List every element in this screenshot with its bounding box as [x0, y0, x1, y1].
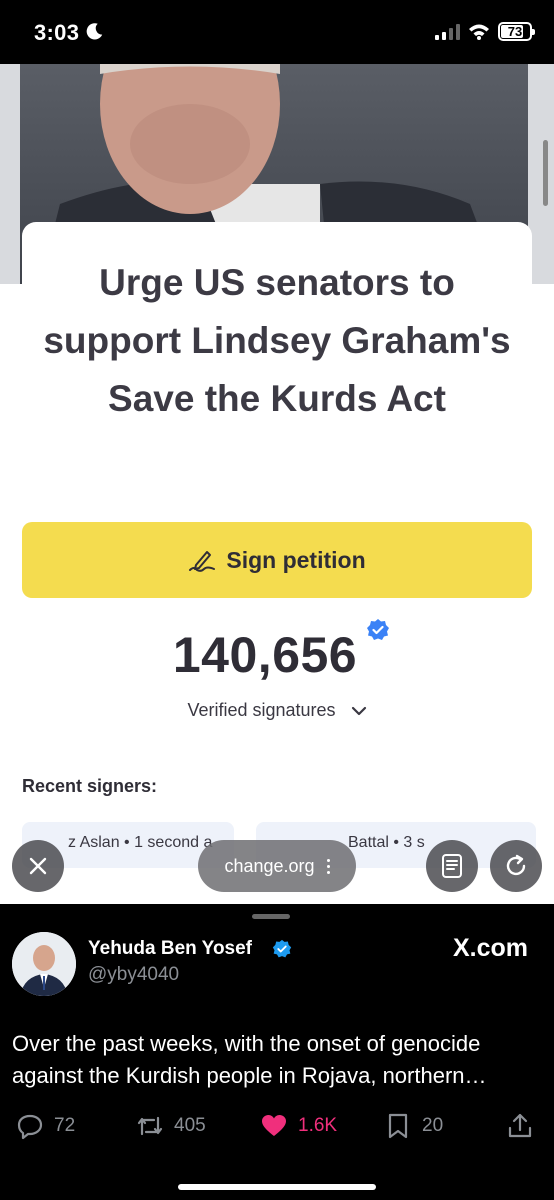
bookmark-icon: [388, 1113, 408, 1139]
battery-level: 73: [507, 24, 523, 39]
retweet-count: 405: [174, 1115, 206, 1136]
reload-icon: [506, 854, 526, 876]
verified-signatures-toggle[interactable]: Verified signatures: [0, 700, 554, 721]
sheet-grabber[interactable]: [252, 914, 290, 919]
tweet-card[interactable]: Yehuda Ben Yosef @yby4040 X.com Over the…: [0, 904, 554, 1200]
author-name[interactable]: Yehuda Ben Yosef: [88, 938, 252, 960]
bookmark-count: 20: [422, 1115, 444, 1136]
reply-icon: [17, 1114, 43, 1140]
author-handle[interactable]: @yby4040: [88, 964, 179, 986]
wifi-icon: [469, 24, 489, 40]
reply-count: 72: [54, 1115, 76, 1136]
tweet-text[interactable]: Over the past weeks, with the onset of g…: [12, 1028, 542, 1092]
retweet-icon: [137, 1116, 163, 1136]
more-options-icon[interactable]: [326, 858, 330, 874]
status-bar: 3:03 73: [0, 0, 554, 64]
moon-icon: [86, 23, 103, 40]
tweet-actions: 72 405 1.6K 20: [0, 1112, 554, 1152]
page-scrollbar[interactable]: [543, 140, 548, 206]
chevron-down-icon: [351, 707, 366, 716]
share-button[interactable]: [506, 1112, 534, 1140]
pen-signature-icon: [189, 551, 216, 572]
verified-badge-icon: [272, 939, 292, 958]
like-button[interactable]: 1.6K: [260, 1112, 337, 1140]
recent-signers-heading: Recent signers:: [22, 776, 158, 796]
close-tab-button[interactable]: [12, 840, 64, 892]
heart-icon: [262, 1115, 286, 1136]
close-icon: [29, 857, 47, 875]
home-indicator[interactable]: [178, 1184, 376, 1190]
url-bar[interactable]: change.org: [198, 840, 356, 892]
status-indicators: 73: [435, 22, 535, 41]
sign-petition-label: Sign petition: [226, 546, 366, 573]
reply-button[interactable]: 72: [16, 1112, 75, 1140]
url-text: change.org: [224, 855, 315, 876]
battery-icon: 73: [498, 22, 535, 41]
verified-badge-icon: [367, 619, 389, 640]
source-label: X.com: [452, 934, 528, 962]
reader-mode-button[interactable]: [426, 840, 478, 892]
verified-signatures-label: Verified signatures: [187, 700, 336, 720]
share-icon: [508, 1113, 532, 1138]
retweet-button[interactable]: 405: [136, 1112, 206, 1140]
petition-title: Urge US senators to support Lindsey Grah…: [43, 262, 511, 419]
like-count: 1.6K: [298, 1115, 338, 1136]
sign-petition-button[interactable]: Sign petition: [22, 522, 532, 598]
avatar[interactable]: [12, 932, 76, 996]
reader-icon: [442, 854, 462, 878]
web-view[interactable]: Urge US senators to support Lindsey Grah…: [0, 64, 554, 904]
reload-button[interactable]: [490, 840, 542, 892]
bookmark-button[interactable]: 20: [384, 1112, 443, 1140]
status-time: 3:03: [34, 20, 80, 45]
signature-count: 140,656: [172, 627, 358, 683]
cellular-signal-icon: [435, 23, 460, 40]
